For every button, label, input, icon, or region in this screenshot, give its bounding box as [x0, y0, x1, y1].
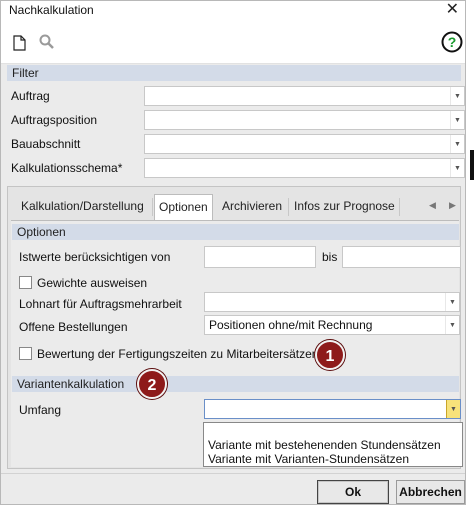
- auftrag-label: Auftrag: [11, 89, 50, 103]
- bewertung-checkbox[interactable]: [19, 347, 32, 360]
- bauabschnitt-select[interactable]: ▼: [144, 134, 465, 154]
- auftragsposition-select[interactable]: ▼: [144, 110, 465, 130]
- auftragsposition-label: Auftragsposition: [11, 113, 98, 127]
- search-icon[interactable]: [39, 34, 55, 53]
- window-title: Nachkalkulation: [9, 3, 94, 17]
- bewertung-label: Bewertung der Fertigungszeiten zu Mitarb…: [37, 347, 319, 361]
- ok-button[interactable]: Ok: [317, 480, 389, 504]
- lohnart-select[interactable]: ▼: [204, 292, 460, 312]
- chevron-down-icon: ▼: [450, 159, 464, 177]
- svg-text:?: ?: [448, 34, 457, 50]
- kalkulationsschema-select[interactable]: ▼: [144, 158, 465, 178]
- istwerte-to-input[interactable]: [342, 246, 461, 268]
- auftrag-select[interactable]: ▼: [144, 86, 465, 106]
- cancel-button[interactable]: Abbrechen: [396, 480, 465, 504]
- istwerte-from-input[interactable]: [204, 246, 316, 268]
- tab-divider: [288, 198, 289, 216]
- tab-divider: [399, 198, 400, 216]
- tab-kalkulation[interactable]: Kalkulation/Darstellung: [17, 194, 148, 220]
- offene-label: Offene Bestellungen: [19, 320, 128, 334]
- toolbar: ?: [1, 21, 465, 64]
- tab-scroll-right-icon[interactable]: ▶: [449, 200, 456, 211]
- umfang-option-varianten[interactable]: Variante mit Varianten-Stundensätzen: [204, 452, 462, 466]
- tab-optionen[interactable]: Optionen: [154, 194, 213, 220]
- tab-archivieren[interactable]: Archivieren: [218, 194, 286, 220]
- chevron-down-icon: ▼: [446, 400, 460, 418]
- background-strip: [466, 0, 475, 505]
- chevron-down-icon: ▼: [445, 316, 459, 334]
- optionen-header: Optionen: [12, 224, 459, 240]
- variantenkalkulation-header: Variantenkalkulation: [12, 376, 459, 392]
- chevron-down-icon: ▼: [450, 87, 464, 105]
- tab-prognose[interactable]: Infos zur Prognose: [290, 194, 399, 220]
- callout-badge-2: 2: [137, 369, 167, 399]
- offene-value: Positionen ohne/mit Rechnung: [209, 318, 373, 332]
- title-bar: Nachkalkulation ✕: [1, 1, 465, 21]
- tab-scroll-left-icon[interactable]: ◀: [429, 200, 436, 211]
- bauabschnitt-label: Bauabschnitt: [11, 137, 81, 151]
- umfang-dropdown-list: Variante mit bestehenenden Stundensätzen…: [203, 422, 463, 467]
- chevron-down-icon: ▼: [450, 111, 464, 129]
- document-icon[interactable]: [13, 35, 26, 54]
- lohnart-label: Lohnart für Auftragsmehrarbeit: [19, 297, 182, 311]
- chevron-down-icon: ▼: [450, 135, 464, 153]
- umfang-option-bestehend[interactable]: Variante mit bestehenenden Stundensätzen: [204, 438, 462, 452]
- tab-divider: [152, 198, 153, 216]
- background-mark: [470, 150, 474, 180]
- istwerte-label: Istwerte berücksichtigen von: [19, 250, 171, 264]
- offene-select[interactable]: Positionen ohne/mit Rechnung ▼: [204, 315, 460, 335]
- gewichte-checkbox[interactable]: [19, 276, 32, 289]
- gewichte-label: Gewichte ausweisen: [37, 276, 148, 290]
- umfang-label: Umfang: [19, 403, 62, 417]
- close-button[interactable]: ✕: [446, 1, 459, 19]
- umfang-select[interactable]: ▼: [204, 399, 461, 419]
- chevron-down-icon: ▼: [445, 293, 459, 311]
- help-icon[interactable]: ?: [441, 31, 463, 56]
- bis-label: bis: [322, 250, 338, 264]
- kalkulationsschema-label: Kalkulationsschema*: [11, 161, 123, 175]
- dialog-window: Nachkalkulation ✕ ? Filter Auftrag ▼ Auf…: [0, 0, 466, 505]
- filter-header: Filter: [7, 65, 461, 81]
- callout-badge-1: 1: [315, 340, 345, 370]
